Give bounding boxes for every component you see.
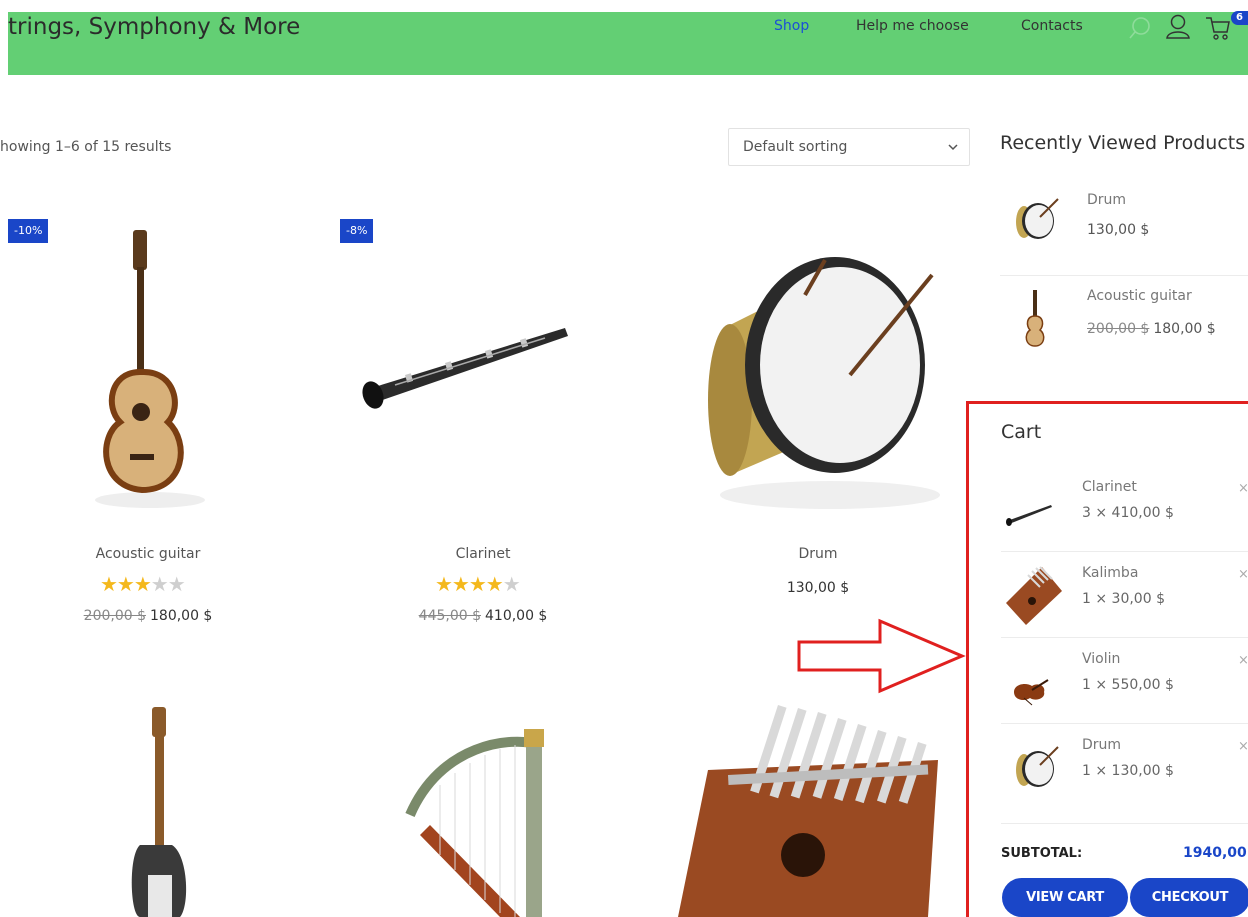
- recently-viewed-title: Recently Viewed Products: [1000, 132, 1246, 154]
- drum-thumbnail[interactable]: [1010, 195, 1060, 245]
- divider: [1001, 551, 1248, 552]
- drum-thumbnail[interactable]: [1010, 743, 1060, 793]
- clarinet-image[interactable]: [355, 320, 575, 420]
- chevron-down-icon: [948, 144, 958, 151]
- old-price: 445,00 $: [418, 608, 481, 624]
- drum-image[interactable]: [700, 255, 950, 515]
- kalimba-thumbnail[interactable]: [1002, 563, 1064, 627]
- current-price: 180,00 $: [150, 608, 213, 624]
- sort-selected-value: Default sorting: [743, 139, 848, 155]
- nav-shop[interactable]: Shop: [774, 18, 809, 34]
- divider: [1001, 723, 1248, 724]
- product-price: 130,00 $: [730, 580, 906, 596]
- site-header: trings, Symphony & More Shop Help me cho…: [8, 11, 1248, 75]
- cart-item-quantity: 1 × 30,00 $: [1082, 591, 1165, 607]
- clarinet-thumbnail[interactable]: [1005, 497, 1053, 527]
- cart-count-badge: 6: [1231, 11, 1248, 25]
- product-name[interactable]: Drum: [730, 546, 906, 562]
- nav-help-me-choose[interactable]: Help me choose: [856, 18, 969, 34]
- current-price: 130,00 $: [786, 580, 850, 596]
- search-icon[interactable]: [1125, 12, 1155, 44]
- old-price: 200,00 $: [83, 608, 146, 624]
- user-icon[interactable]: [1163, 12, 1193, 44]
- cart-item-name[interactable]: Kalimba: [1082, 565, 1138, 581]
- remove-item-icon[interactable]: ×: [1238, 739, 1248, 754]
- current-price: 180,00 $: [1153, 321, 1216, 337]
- recently-viewed-price: 200,00 $180,00 $: [1087, 321, 1216, 337]
- cart-item-name[interactable]: Clarinet: [1082, 479, 1137, 495]
- arrow-annotation: [797, 618, 966, 694]
- violin-thumbnail[interactable]: [1010, 672, 1050, 706]
- cart-icon[interactable]: [1203, 12, 1233, 44]
- recently-viewed-name[interactable]: Acoustic guitar: [1087, 288, 1192, 304]
- divider: [1000, 275, 1248, 276]
- harp-image[interactable]: [400, 725, 560, 917]
- acoustic-guitar-thumbnail[interactable]: [1022, 288, 1048, 348]
- product-price: 445,00 $410,00 $: [395, 608, 571, 624]
- kalimba-image[interactable]: [668, 700, 958, 917]
- divider: [1001, 823, 1248, 824]
- sale-badge: -8%: [340, 219, 374, 243]
- cart-item-name[interactable]: Violin: [1082, 651, 1120, 667]
- cart-item-quantity: 1 × 130,00 $: [1082, 763, 1174, 779]
- cart-item-quantity: 1 × 550,00 $: [1082, 677, 1174, 693]
- current-price: 410,00 $: [485, 608, 548, 624]
- acoustic-guitar-image[interactable]: [80, 222, 210, 512]
- product-name[interactable]: Acoustic guitar: [60, 546, 236, 562]
- results-count: howing 1–6 of 15 results: [0, 139, 172, 155]
- old-price: 200,00 $: [1087, 321, 1150, 337]
- remove-item-icon[interactable]: ×: [1238, 653, 1248, 668]
- sort-select[interactable]: Default sorting: [728, 128, 970, 166]
- top-strip: [0, 0, 1248, 12]
- site-title[interactable]: trings, Symphony & More: [8, 14, 300, 40]
- checkout-button[interactable]: CHECKOUT: [1130, 878, 1248, 917]
- remove-item-icon[interactable]: ×: [1238, 481, 1248, 496]
- recently-viewed-name[interactable]: Drum: [1087, 192, 1126, 208]
- current-price: 130,00 $: [1087, 222, 1150, 238]
- subtotal-value: 1940,00 $: [1183, 845, 1248, 861]
- rating-stars: ★★★★★: [100, 572, 186, 596]
- subtotal-label: SUBTOTAL:: [1001, 846, 1083, 861]
- cart-title: Cart: [1001, 421, 1042, 443]
- view-cart-button[interactable]: VIEW CART: [1002, 878, 1128, 917]
- cart-item-quantity: 3 × 410,00 $: [1082, 505, 1174, 521]
- product-name[interactable]: Clarinet: [395, 546, 571, 562]
- remove-item-icon[interactable]: ×: [1238, 567, 1248, 582]
- divider: [1001, 637, 1248, 638]
- cart-item-name[interactable]: Drum: [1082, 737, 1121, 753]
- rating-stars: ★★★★★: [435, 572, 521, 596]
- recently-viewed-price: 130,00 $: [1087, 222, 1149, 238]
- product-price: 200,00 $180,00 $: [60, 608, 236, 624]
- electric-guitar-image[interactable]: [110, 705, 200, 917]
- sale-badge: -10%: [8, 219, 49, 243]
- nav-contacts[interactable]: Contacts: [1021, 18, 1083, 34]
